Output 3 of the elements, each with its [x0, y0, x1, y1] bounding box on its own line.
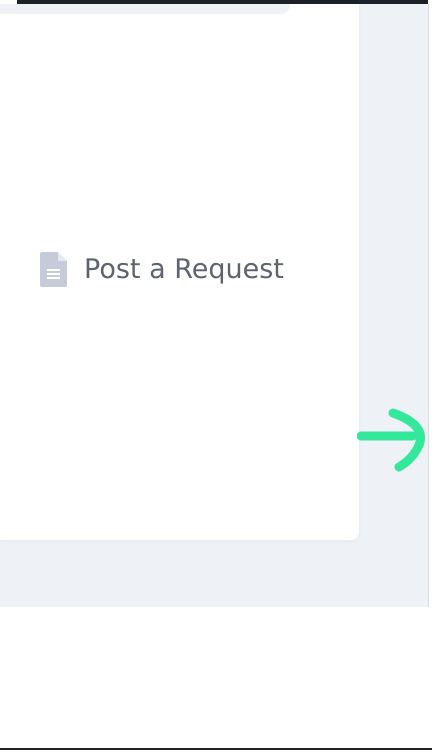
- document-icon: [40, 252, 67, 287]
- arrow-icon: [357, 407, 427, 473]
- post-request-link[interactable]: Post a Request: [40, 252, 359, 287]
